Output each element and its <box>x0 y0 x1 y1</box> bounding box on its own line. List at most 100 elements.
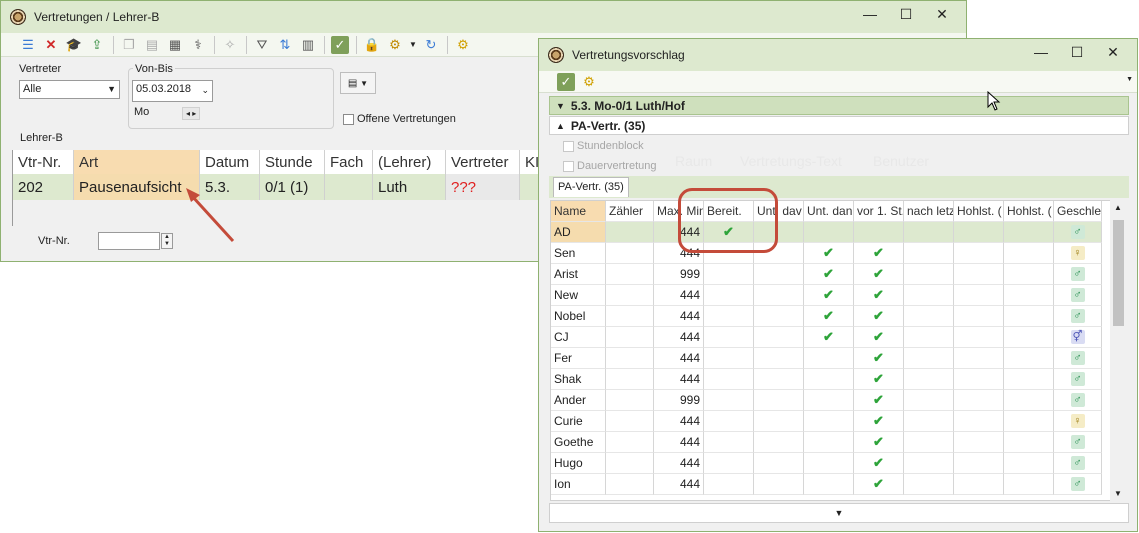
cell-empty[interactable] <box>954 222 1004 243</box>
cell-vor[interactable]: ✔ <box>854 369 904 390</box>
cell-max-min[interactable]: 444 <box>654 432 704 453</box>
cell-empty[interactable] <box>1004 222 1054 243</box>
cell-name[interactable]: CJ <box>551 327 606 348</box>
approve-icon[interactable]: ✓ <box>331 35 349 54</box>
cell-empty[interactable] <box>904 432 954 453</box>
cell-vtr-nr[interactable]: 202 <box>13 174 74 200</box>
cell-max-min[interactable]: 444 <box>654 453 704 474</box>
cell-empty[interactable] <box>954 474 1004 495</box>
cell-vor[interactable]: ✔ <box>854 243 904 264</box>
cell-gender[interactable]: ♂ <box>1054 306 1102 327</box>
column-header[interactable]: Name <box>551 201 606 222</box>
cell-bereit[interactable] <box>704 285 754 306</box>
calendar-view-button[interactable]: ▤ ▼ <box>340 72 376 94</box>
table-row[interactable]: Ander 999 ✔ ♂ <box>551 390 1102 411</box>
day-nav-arrows[interactable]: ◂ ▸ <box>182 107 201 120</box>
lesson-header-bar[interactable]: ▼ 5.3. Mo-0/1 Luth/Hof <box>549 96 1129 115</box>
cell-bereit[interactable] <box>704 369 754 390</box>
table-row[interactable]: Shak 444 ✔ ♂ <box>551 369 1102 390</box>
cell-dan[interactable]: ✔ <box>804 285 854 306</box>
vertreter-select[interactable]: Alle ▼ <box>19 80 120 99</box>
cell-bereit[interactable] <box>704 327 754 348</box>
cell-max-min[interactable]: 444 <box>654 327 704 348</box>
window-titlebar[interactable]: Vertretungen / Lehrer-B — ☐ ✕ <box>1 1 966 33</box>
cell-gender[interactable]: ♂ <box>1054 348 1102 369</box>
column-header[interactable]: nach letz <box>904 201 954 222</box>
cell-empty[interactable] <box>1004 306 1054 327</box>
cell-empty[interactable] <box>606 222 654 243</box>
cell-dav[interactable] <box>754 264 804 285</box>
cell-gender[interactable]: ♀ <box>1054 243 1102 264</box>
cell-bereit[interactable] <box>704 264 754 285</box>
cell-dan[interactable]: ✔ <box>804 306 854 327</box>
list-icon[interactable]: ☰ <box>19 36 37 54</box>
cell-empty[interactable] <box>904 264 954 285</box>
cell-dan[interactable] <box>804 432 854 453</box>
column-header[interactable]: Stunde <box>260 150 325 174</box>
cell-empty[interactable] <box>904 369 954 390</box>
table-row[interactable]: Sen 444 ✔ ✔ ♀ <box>551 243 1102 264</box>
cell-max-min[interactable]: 444 <box>654 348 704 369</box>
column-header[interactable]: Art <box>74 150 200 174</box>
table-row[interactable]: Hugo 444 ✔ ♂ <box>551 453 1102 474</box>
table-row[interactable]: CJ 444 ✔ ✔ ⚥ <box>551 327 1102 348</box>
offene-vertretungen-checkbox[interactable] <box>343 114 354 125</box>
cell-empty[interactable] <box>1004 327 1054 348</box>
dauervertretung-checkbox[interactable] <box>563 161 574 172</box>
cell-dav[interactable] <box>754 432 804 453</box>
cell-name[interactable]: Fer <box>551 348 606 369</box>
cell-empty[interactable] <box>606 474 654 495</box>
cell-empty[interactable] <box>606 411 654 432</box>
sort-icon[interactable]: ⇅ <box>276 36 294 54</box>
cell-empty[interactable] <box>954 264 1004 285</box>
filter-icon[interactable]: ⛛ <box>253 36 271 54</box>
approve-icon[interactable]: ✓ <box>557 72 575 91</box>
cell-gender[interactable]: ♂ <box>1054 474 1102 495</box>
chevron-down-icon[interactable]: ▼ <box>409 36 417 54</box>
cell-max-min[interactable]: 999 <box>654 264 704 285</box>
gear-icon[interactable]: ⚙ <box>580 73 598 91</box>
stethoscope-icon[interactable]: ⚕ <box>189 36 207 54</box>
cell-gender[interactable]: ♂ <box>1054 432 1102 453</box>
cell-empty[interactable] <box>904 306 954 327</box>
cell-empty[interactable] <box>904 243 954 264</box>
vtr-nr-input[interactable] <box>98 232 160 250</box>
cell-empty[interactable] <box>1004 411 1054 432</box>
date-picker[interactable]: 05.03.2018 ⌄ <box>132 80 213 102</box>
column-header[interactable]: Unt. dan <box>804 201 854 222</box>
cell-fach[interactable] <box>325 174 373 200</box>
cell-vor[interactable]: ✔ <box>854 453 904 474</box>
scrollbar-thumb[interactable] <box>1113 220 1124 326</box>
graduation-cap-icon[interactable]: 🎓 <box>65 36 83 54</box>
cell-empty[interactable] <box>954 369 1004 390</box>
maximize-button[interactable]: ☐ <box>888 1 924 27</box>
cell-name[interactable]: Curie <box>551 411 606 432</box>
cell-empty[interactable] <box>606 306 654 327</box>
cell-empty[interactable] <box>606 348 654 369</box>
cell-name[interactable]: Hugo <box>551 453 606 474</box>
column-header[interactable]: (Lehrer) <box>373 150 446 174</box>
table-row[interactable]: AD 444 ✔ ♂ <box>551 222 1102 243</box>
cell-max-min[interactable]: 999 <box>654 390 704 411</box>
cell-empty[interactable] <box>606 243 654 264</box>
cell-name[interactable]: AD <box>551 222 606 243</box>
cell-empty[interactable] <box>1004 432 1054 453</box>
cell-empty[interactable] <box>954 285 1004 306</box>
cell-empty[interactable] <box>904 390 954 411</box>
cell-empty[interactable] <box>904 474 954 495</box>
cell-bereit[interactable] <box>704 453 754 474</box>
magic-wand-icon[interactable]: ✧ <box>221 36 239 54</box>
window-titlebar[interactable]: Vertretungsvorschlag — ☐ ✕ <box>539 39 1137 71</box>
minimize-button[interactable]: — <box>852 1 888 27</box>
cell-bereit[interactable] <box>704 474 754 495</box>
cell-bereit[interactable] <box>704 306 754 327</box>
cell-bereit[interactable] <box>704 390 754 411</box>
cell-dan[interactable]: ✔ <box>804 243 854 264</box>
pa-vertr-section-bar[interactable]: ▲ PA-Vertr. (35) <box>549 116 1129 135</box>
cell-empty[interactable] <box>1004 369 1054 390</box>
cell-name[interactable]: Shak <box>551 369 606 390</box>
cell-vor[interactable]: ✔ <box>854 306 904 327</box>
cell-dav[interactable] <box>754 390 804 411</box>
cell-name[interactable]: Arist <box>551 264 606 285</box>
cell-empty[interactable] <box>904 327 954 348</box>
